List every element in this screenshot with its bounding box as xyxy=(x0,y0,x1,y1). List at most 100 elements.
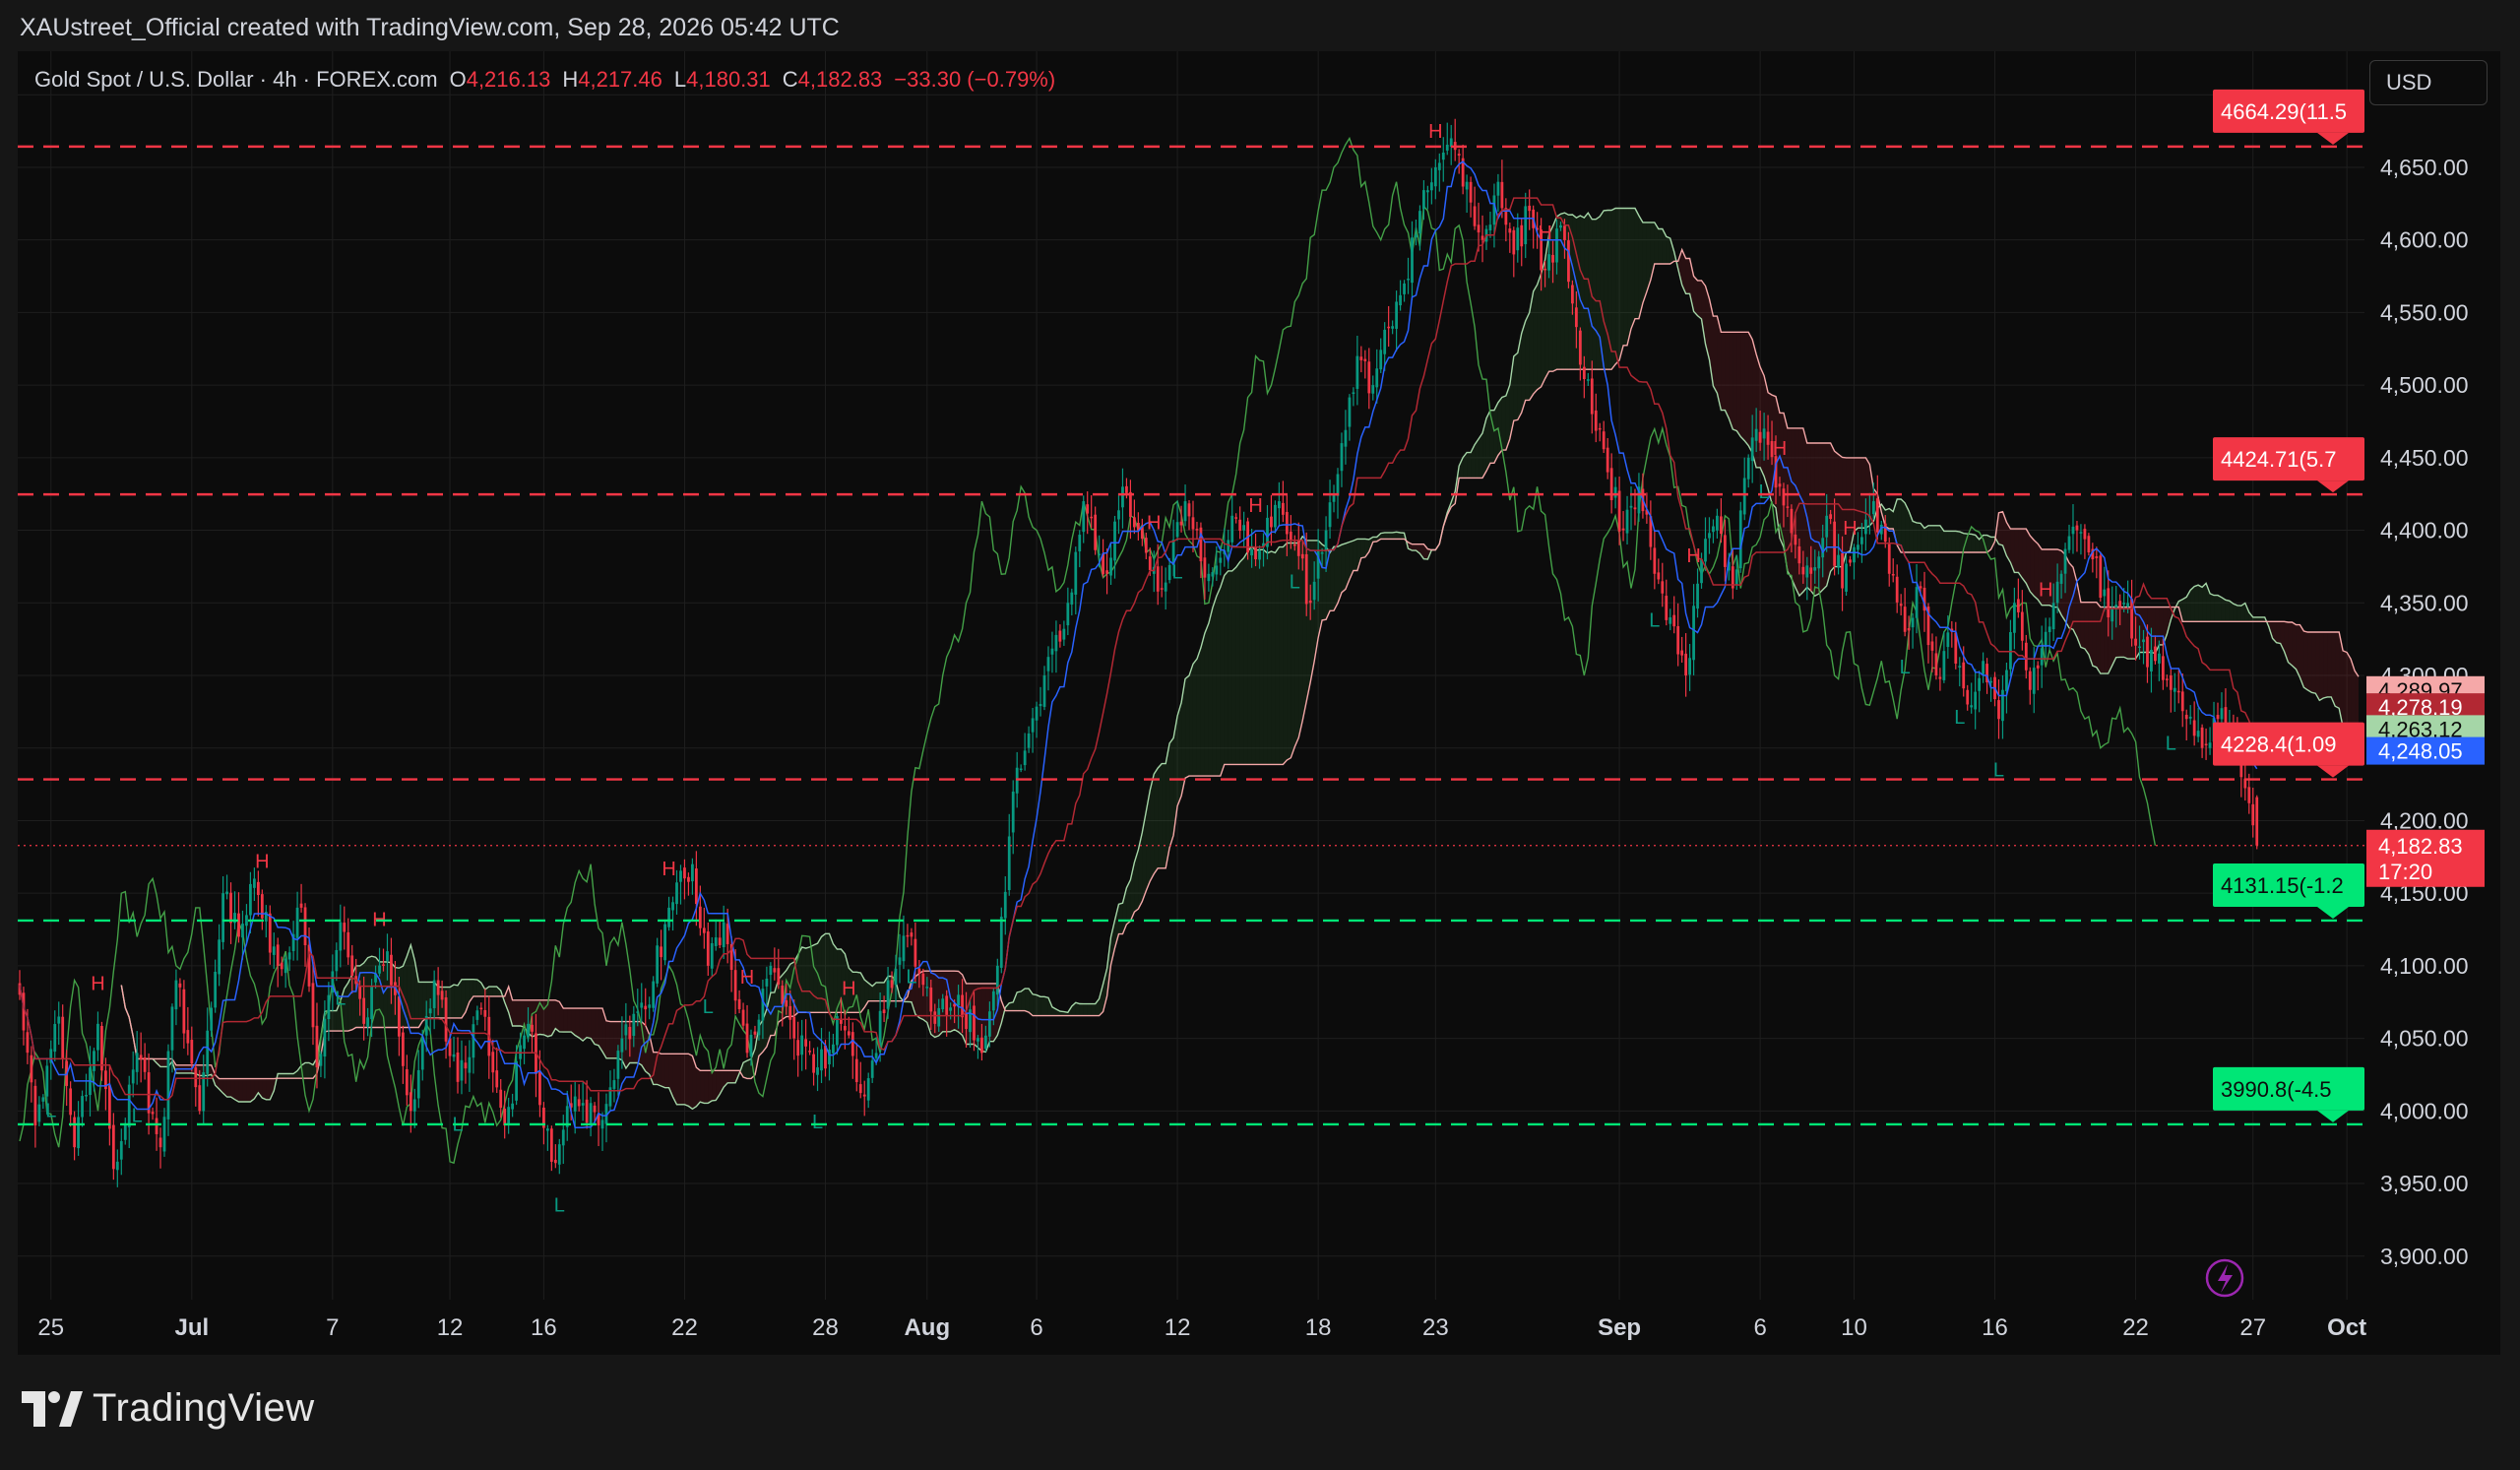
candle-body xyxy=(1496,181,1500,196)
pivot-high-label: H xyxy=(1686,545,1700,567)
candle-body xyxy=(1121,486,1124,508)
candle-body xyxy=(1395,301,1398,329)
candle-body xyxy=(1547,254,1550,271)
cloud-segment xyxy=(1935,525,1940,552)
candle-body xyxy=(123,1123,127,1140)
candle-body xyxy=(252,878,256,888)
candle-body xyxy=(679,870,682,882)
price-chart[interactable]: LHLHLHLLHLHLHLHLHLHHLHLHHLLLHL4664.29(11… xyxy=(18,51,2500,1355)
candle-body xyxy=(515,1060,518,1101)
candle-body xyxy=(1242,525,1246,531)
candle-body xyxy=(1355,355,1359,389)
cloud-segment xyxy=(2218,595,2222,622)
time-axis-tick: 16 xyxy=(1982,1314,2008,1341)
candle-body xyxy=(1031,718,1035,733)
pivot-high-label: H xyxy=(1147,512,1161,534)
candle-body xyxy=(1657,572,1661,580)
pivot-low-label: L xyxy=(554,1194,565,1216)
candle-body xyxy=(1070,592,1074,605)
candle-body xyxy=(198,1085,202,1112)
candle-body xyxy=(862,1094,866,1097)
candle-body xyxy=(1179,521,1183,526)
cloud-segment xyxy=(676,1054,681,1105)
candle-body xyxy=(386,951,389,961)
candle-body xyxy=(1019,768,1023,771)
price-axis-tick: 4,050.00 xyxy=(2380,1026,2469,1052)
cloud-segment xyxy=(1247,545,1252,765)
candle-body xyxy=(769,965,773,976)
candle-body xyxy=(1211,572,1215,577)
candle-body xyxy=(2118,601,2122,607)
resistance-level-tag-pointer xyxy=(2317,765,2349,778)
candle-body xyxy=(2122,603,2126,605)
candle-body xyxy=(440,991,444,1000)
cloud-segment xyxy=(813,943,818,1013)
cloud-segment xyxy=(1927,525,1932,552)
cloud-segment xyxy=(661,1054,665,1088)
pivot-high-label: H xyxy=(1843,518,1857,540)
cloud-segment xyxy=(605,1020,610,1058)
candle-body xyxy=(2251,803,2255,826)
candle-body xyxy=(925,987,929,989)
candle-body xyxy=(761,989,765,1021)
candle-body xyxy=(1938,676,1942,679)
candle-body xyxy=(1281,502,1285,515)
candle-body xyxy=(1738,510,1742,569)
candle-body xyxy=(836,1016,839,1046)
chart-panel[interactable]: LHLHLHLLHLHLHLHLHLHHLHLHHLLLHL4664.29(11… xyxy=(18,51,2500,1355)
candle-body xyxy=(2048,626,2051,633)
cloud-segment xyxy=(1947,531,1952,552)
pivot-low-label: L xyxy=(1900,657,1911,678)
candle-body xyxy=(382,964,385,966)
candle-body xyxy=(303,907,307,946)
candle-body xyxy=(1653,547,1657,574)
candle-body xyxy=(135,1053,139,1072)
cloud-segment xyxy=(418,982,423,1028)
candle-body xyxy=(2138,646,2141,649)
candle-body xyxy=(1512,229,1516,255)
candle-body xyxy=(1054,634,1058,652)
resistance-level-tag-label: 4664.29(11.5 xyxy=(2221,99,2347,124)
support-level-tag-label: 4131.15(-1.2 xyxy=(2221,873,2344,898)
candle-body xyxy=(1903,607,1907,632)
candle-body xyxy=(600,1119,604,1129)
candle-body xyxy=(1797,545,1801,564)
cloud-segment xyxy=(2034,540,2039,601)
pivot-high-label: H xyxy=(1428,121,1442,143)
cloud-segment xyxy=(1924,525,1928,552)
cloud-segment xyxy=(1079,1003,1084,1016)
candle-body xyxy=(941,998,945,1010)
candle-body xyxy=(2173,687,2176,692)
candle-body xyxy=(1875,498,1879,533)
candle-body xyxy=(1845,563,1848,592)
resistance-level-tag-label: 4228.4(1.09 xyxy=(2221,733,2336,757)
candle-body xyxy=(628,1026,632,1040)
candle-body xyxy=(722,922,725,948)
candle-body xyxy=(624,1024,628,1036)
candle-body xyxy=(1930,641,1934,651)
cloud-segment xyxy=(2123,607,2128,660)
candle-body xyxy=(311,983,315,1028)
candle-body xyxy=(280,962,284,970)
candle-body xyxy=(1915,587,1919,618)
cloud-segment xyxy=(1967,534,1972,552)
candle-body xyxy=(468,1056,472,1073)
cloud-segment xyxy=(1231,567,1236,765)
support-level-tag-label: 3990.8(-4.5 xyxy=(2221,1077,2332,1102)
cloud-segment xyxy=(332,1010,337,1032)
pivot-low-label: L xyxy=(812,1112,823,1133)
candle-body xyxy=(1813,567,1817,571)
candle-body xyxy=(221,893,224,942)
lightning-icon[interactable] xyxy=(2205,1258,2244,1298)
candle-body xyxy=(1278,501,1281,509)
candle-body xyxy=(1403,283,1406,294)
cloud-segment xyxy=(1693,276,1698,316)
cloud-segment xyxy=(664,1054,669,1088)
currency-button[interactable]: USD xyxy=(2369,60,2488,105)
time-axis: 25 Jul 7 12 16 22 28 Aug 6 12 18 23 Sep 6 10 16 22 27 Oct xyxy=(37,1314,2366,1341)
candle-body xyxy=(1098,553,1102,556)
cloud-segment xyxy=(262,1078,267,1100)
candle-body xyxy=(980,1037,983,1054)
time-axis-tick: Oct xyxy=(2327,1314,2366,1341)
cloud-segment xyxy=(712,1070,717,1101)
